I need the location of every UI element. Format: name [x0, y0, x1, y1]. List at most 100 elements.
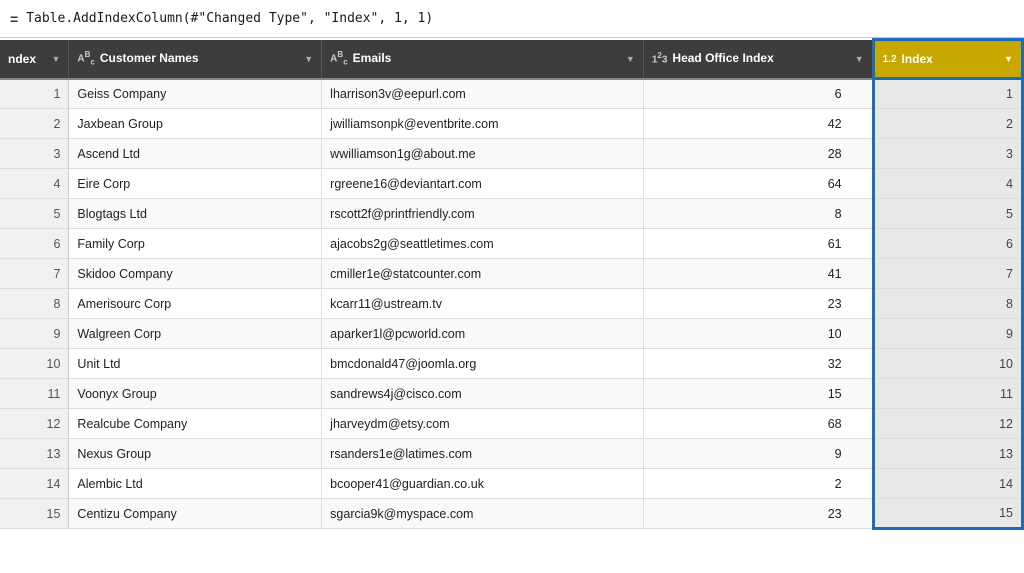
customer-names-type-icon: ABc — [77, 50, 94, 66]
head-office-cell: 2 — [643, 469, 873, 499]
formula-text: Table.AddIndexColumn(#"Changed Type", "I… — [26, 11, 433, 26]
emails-dropdown[interactable]: ▼ — [626, 54, 635, 64]
email-cell: bmcdonald47@joomla.org — [322, 349, 644, 379]
row-number: 15 — [0, 499, 69, 529]
index-val-cell: 6 — [873, 229, 1022, 259]
customer-name-cell: Ascend Ltd — [69, 139, 322, 169]
table-row: 14Alembic Ltdbcooper41@guardian.co.uk214 — [0, 469, 1023, 499]
table-row: 6Family Corpajacobs2g@seattletimes.com61… — [0, 229, 1023, 259]
index-val-cell: 3 — [873, 139, 1022, 169]
table-header-row: ndex ▼ ABc Customer Names ▼ — [0, 40, 1023, 79]
head-office-dropdown[interactable]: ▼ — [855, 54, 864, 64]
table-row: 5Blogtags Ltdrscott2f@printfriendly.com8… — [0, 199, 1023, 229]
table-row: 13Nexus Grouprsanders1e@latimes.com913 — [0, 439, 1023, 469]
customer-names-label: Customer Names — [100, 51, 199, 65]
customer-name-cell: Skidoo Company — [69, 259, 322, 289]
customer-name-cell: Family Corp — [69, 229, 322, 259]
customer-name-cell: Jaxbean Group — [69, 109, 322, 139]
index-val-cell: 14 — [873, 469, 1022, 499]
row-number: 4 — [0, 169, 69, 199]
customer-name-cell: Geiss Company — [69, 79, 322, 109]
head-office-cell: 9 — [643, 439, 873, 469]
email-cell: rscott2f@printfriendly.com — [322, 199, 644, 229]
index-val-cell: 15 — [873, 499, 1022, 529]
index-val-type-icon: 1.2 — [883, 54, 897, 65]
customer-name-cell: Centizu Company — [69, 499, 322, 529]
row-number: 6 — [0, 229, 69, 259]
col-header-index: ndex ▼ — [0, 40, 69, 79]
col-index-dropdown[interactable]: ▼ — [52, 54, 61, 64]
customer-name-cell: Alembic Ltd — [69, 469, 322, 499]
customer-name-cell: Realcube Company — [69, 409, 322, 439]
customer-name-cell: Unit Ltd — [69, 349, 322, 379]
head-office-cell: 61 — [643, 229, 873, 259]
customer-name-cell: Eire Corp — [69, 169, 322, 199]
data-table: ndex ▼ ABc Customer Names ▼ — [0, 38, 1024, 530]
table-row: 2Jaxbean Groupjwilliamsonpk@eventbrite.c… — [0, 109, 1023, 139]
customer-name-cell: Walgreen Corp — [69, 319, 322, 349]
index-val-cell: 11 — [873, 379, 1022, 409]
row-number: 10 — [0, 349, 69, 379]
index-val-label: Index — [902, 52, 933, 66]
index-val-cell: 7 — [873, 259, 1022, 289]
email-cell: lharrison3v@eepurl.com — [322, 79, 644, 109]
row-number: 5 — [0, 199, 69, 229]
index-val-cell: 8 — [873, 289, 1022, 319]
customer-names-dropdown[interactable]: ▼ — [304, 54, 313, 64]
row-number: 9 — [0, 319, 69, 349]
head-office-cell: 23 — [643, 289, 873, 319]
index-val-cell: 10 — [873, 349, 1022, 379]
email-cell: sgarcia9k@myspace.com — [322, 499, 644, 529]
email-cell: wwilliamson1g@about.me — [322, 139, 644, 169]
head-office-cell: 15 — [643, 379, 873, 409]
email-cell: kcarr11@ustream.tv — [322, 289, 644, 319]
col-header-index-val: 1.2 Index ▼ — [873, 40, 1022, 79]
formula-equals-icon: = — [10, 11, 18, 27]
customer-name-cell: Blogtags Ltd — [69, 199, 322, 229]
col-header-customer-names: ABc Customer Names ▼ — [69, 40, 322, 79]
formula-bar: = Table.AddIndexColumn(#"Changed Type", … — [0, 0, 1024, 38]
email-cell: jharveydm@etsy.com — [322, 409, 644, 439]
index-val-cell: 5 — [873, 199, 1022, 229]
row-number: 2 — [0, 109, 69, 139]
row-number: 1 — [0, 79, 69, 109]
table-body: 1Geiss Companylharrison3v@eepurl.com612J… — [0, 79, 1023, 529]
email-cell: jwilliamsonpk@eventbrite.com — [322, 109, 644, 139]
head-office-cell: 8 — [643, 199, 873, 229]
table-row: 1Geiss Companylharrison3v@eepurl.com61 — [0, 79, 1023, 109]
index-val-cell: 13 — [873, 439, 1022, 469]
email-cell: rsanders1e@latimes.com — [322, 439, 644, 469]
table-row: 12Realcube Companyjharveydm@etsy.com6812 — [0, 409, 1023, 439]
index-val-cell: 9 — [873, 319, 1022, 349]
col-header-head-office: 123 Head Office Index ▼ — [643, 40, 873, 79]
table-row: 4Eire Corprgreene16@deviantart.com644 — [0, 169, 1023, 199]
emails-label: Emails — [353, 51, 392, 65]
head-office-cell: 41 — [643, 259, 873, 289]
email-cell: aparker1l@pcworld.com — [322, 319, 644, 349]
email-cell: ajacobs2g@seattletimes.com — [322, 229, 644, 259]
head-office-cell: 64 — [643, 169, 873, 199]
head-office-cell: 6 — [643, 79, 873, 109]
index-val-dropdown[interactable]: ▼ — [1004, 54, 1013, 64]
index-val-cell: 4 — [873, 169, 1022, 199]
row-number: 11 — [0, 379, 69, 409]
row-number: 3 — [0, 139, 69, 169]
customer-name-cell: Amerisourc Corp — [69, 289, 322, 319]
table-row: 15Centizu Companysgarcia9k@myspace.com23… — [0, 499, 1023, 529]
head-office-cell: 23 — [643, 499, 873, 529]
col-header-emails: ABc Emails ▼ — [322, 40, 644, 79]
email-cell: sandrews4j@cisco.com — [322, 379, 644, 409]
head-office-cell: 42 — [643, 109, 873, 139]
row-number: 14 — [0, 469, 69, 499]
table-row: 8Amerisourc Corpkcarr11@ustream.tv238 — [0, 289, 1023, 319]
table-row: 9Walgreen Corpaparker1l@pcworld.com109 — [0, 319, 1023, 349]
emails-type-icon: ABc — [330, 50, 347, 66]
row-number: 8 — [0, 289, 69, 319]
head-office-label: Head Office Index — [672, 51, 773, 65]
email-cell: bcooper41@guardian.co.uk — [322, 469, 644, 499]
row-number: 13 — [0, 439, 69, 469]
row-number: 12 — [0, 409, 69, 439]
customer-name-cell: Voonyx Group — [69, 379, 322, 409]
index-val-cell: 12 — [873, 409, 1022, 439]
head-office-cell: 10 — [643, 319, 873, 349]
